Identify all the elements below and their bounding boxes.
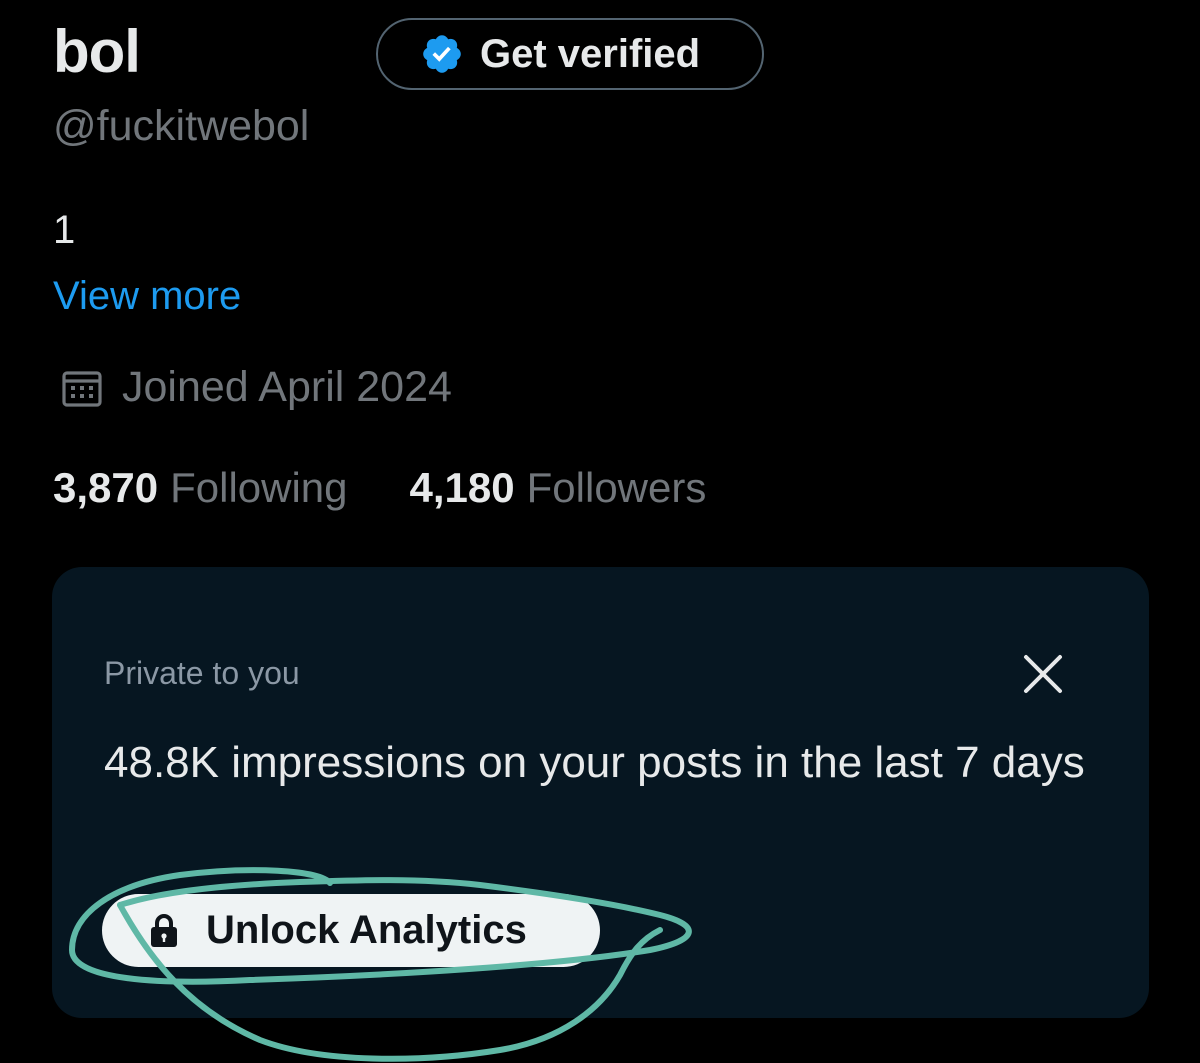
analytics-card: Private to you 48.8K impressions on your… bbox=[52, 567, 1149, 1018]
profile-stats: 3,870 Following 4,180 Followers bbox=[53, 464, 706, 512]
unlock-analytics-button[interactable]: Unlock Analytics bbox=[102, 894, 600, 967]
following-label: Following bbox=[170, 464, 348, 511]
lock-icon bbox=[151, 913, 177, 947]
following-count: 3,870 bbox=[53, 464, 159, 511]
get-verified-label: Get verified bbox=[480, 31, 701, 76]
profile-handle: @fuckitwebol bbox=[53, 102, 310, 150]
close-icon[interactable] bbox=[1018, 649, 1068, 699]
unlock-analytics-label: Unlock Analytics bbox=[206, 908, 527, 952]
followers-stat[interactable]: 4,180 Followers bbox=[410, 464, 707, 512]
get-verified-button[interactable]: Get verified bbox=[376, 18, 764, 90]
joined-date: Joined April 2024 bbox=[58, 363, 452, 412]
view-more-link[interactable]: View more bbox=[53, 274, 241, 319]
verified-badge-icon bbox=[423, 35, 461, 73]
profile-bio: 1 bbox=[53, 208, 76, 252]
followers-label: Followers bbox=[526, 464, 707, 511]
impressions-text: 48.8K impressions on your posts in the l… bbox=[104, 738, 1085, 787]
calendar-icon bbox=[62, 370, 102, 407]
following-stat[interactable]: 3,870 Following bbox=[53, 464, 348, 512]
joined-label: Joined April 2024 bbox=[122, 363, 452, 411]
private-label: Private to you bbox=[104, 655, 300, 691]
display-name: bol bbox=[53, 18, 141, 85]
followers-count: 4,180 bbox=[409, 464, 515, 511]
